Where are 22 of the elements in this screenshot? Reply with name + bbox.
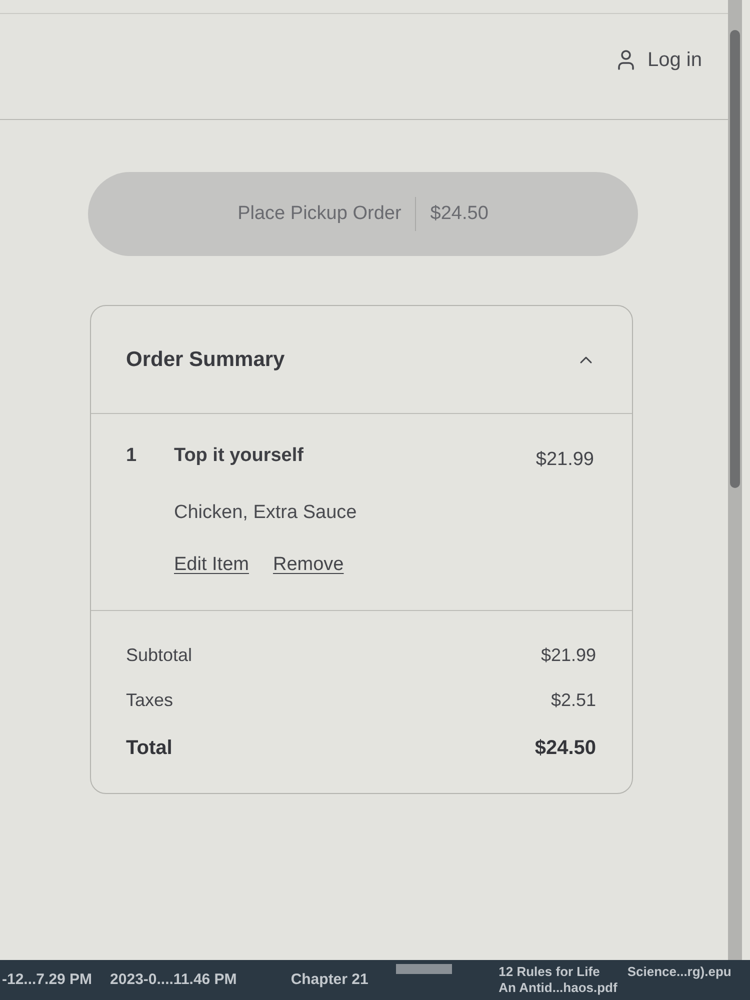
total-amount: $2.51 (550, 688, 596, 712)
file-label[interactable]: 2023-0....11.46 PM (110, 968, 237, 992)
total-label: Taxes (126, 688, 174, 712)
item-price: $21.99 (536, 448, 594, 472)
item-action-link[interactable]: Remove (272, 551, 344, 580)
item-action-link[interactable]: Edit Item (174, 551, 249, 580)
total-amount: $24.50 (534, 736, 596, 760)
file-label[interactable]: -12...7.29 PM (2, 968, 92, 992)
total-amount: $21.99 (540, 644, 596, 666)
order-summary-title: Order Summary (126, 346, 285, 373)
file-label[interactable]: An Antid...haos.pdf (498, 980, 618, 996)
scrollbar[interactable] (728, 0, 742, 960)
item-name: Top it yourself (174, 444, 304, 468)
item-options: Chicken, Extra Sauce (174, 498, 357, 527)
file-label[interactable]: Science...rg).epu (627, 964, 746, 980)
file-label[interactable]: 12 Rules for Life (498, 964, 618, 980)
item-quantity: 1 (126, 444, 138, 468)
thumbnail-icon (396, 964, 452, 974)
file-label[interactable]: Chapter 21 (290, 968, 368, 992)
login-button[interactable]: Log in (614, 44, 702, 74)
total-label: Total (126, 736, 172, 760)
total-label: Subtotal (126, 644, 192, 666)
